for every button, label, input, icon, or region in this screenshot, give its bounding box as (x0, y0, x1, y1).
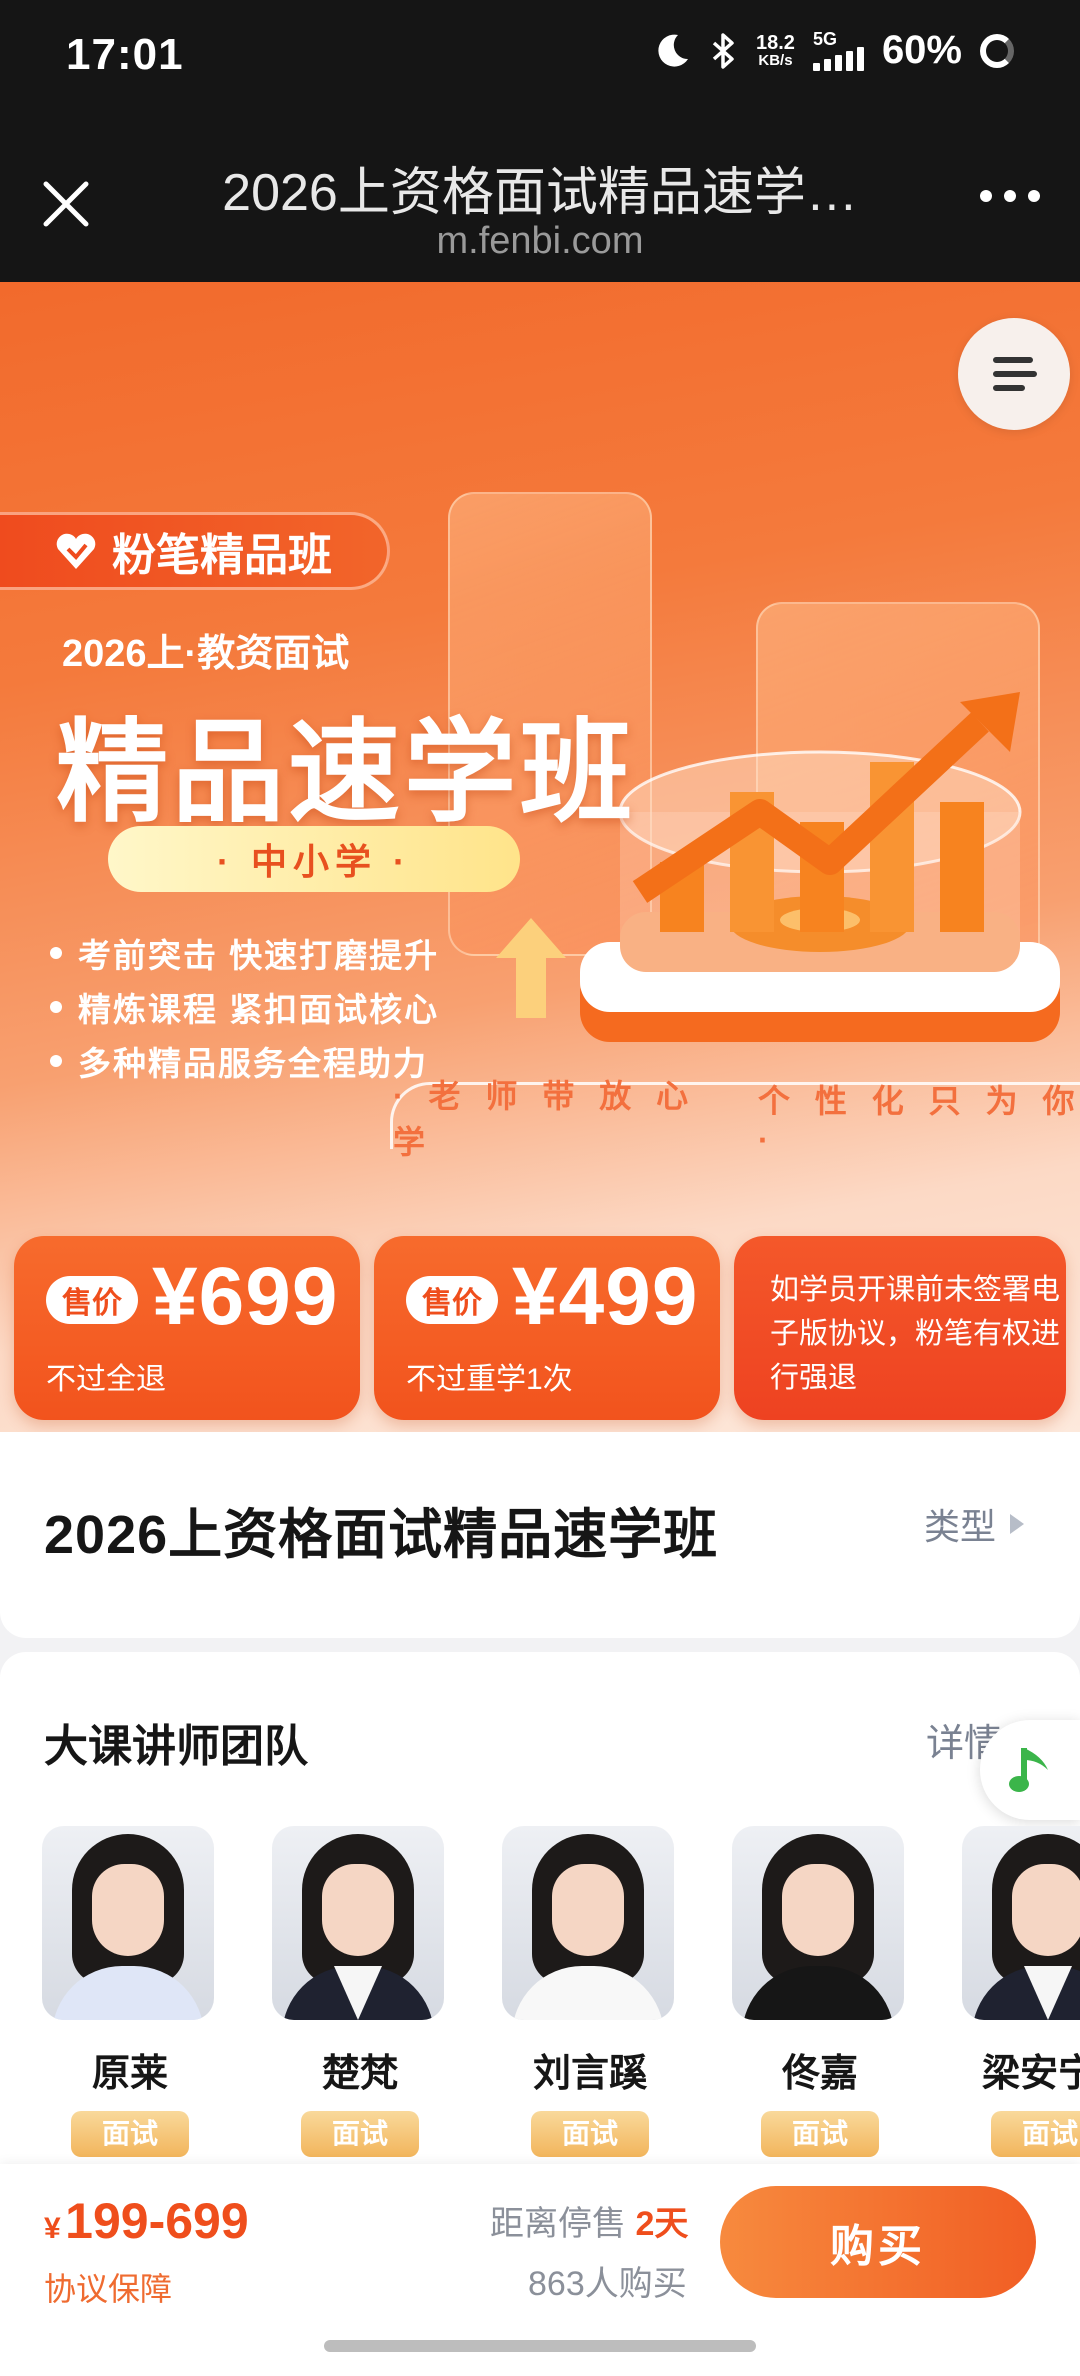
notice-text: 如学员开课前未签署电子版协议，粉笔有权进行强退 (770, 1274, 1061, 1394)
status-bar: 17:01 18.2 KB/s 5G 60% (0, 0, 1080, 120)
level-pill: · 中小学 · (108, 826, 520, 892)
battery-level: 60% (881, 28, 962, 72)
teacher-name: 佟嘉 (781, 2053, 858, 2095)
course-name: 2026上资格面试精品速学班 (44, 1505, 719, 1565)
status-time: 17:01 (66, 30, 184, 79)
teacher-item[interactable]: 佟嘉 面试 (732, 1826, 908, 2157)
signal-icon: 5G (812, 30, 864, 71)
side-menu-button[interactable] (958, 318, 1070, 430)
price-amount: ¥699 (152, 1251, 339, 1342)
teacher-photo (502, 1826, 674, 2020)
more-menu-icon[interactable] (980, 190, 1040, 202)
notice-card: 如学员开课前未签署电子版协议，粉笔有权进行强退 (734, 1236, 1066, 1420)
buyer-count: 863人购买 (528, 2265, 687, 2303)
price-range: ¥ 199-699 (44, 2193, 249, 2249)
teacher-item[interactable]: 楚梵 面试 (272, 1826, 448, 2157)
hero-bullets: 考前突击 快速打磨提升 精炼课程 紧扣面试核心 多种精品服务全程助力 (50, 926, 439, 1088)
moon-icon (658, 34, 688, 67)
brand-badge: 粉笔精品班 (0, 512, 390, 590)
teacher-photo (732, 1826, 904, 2020)
hero-slogan: · 老 师 带 放 心 学 个 性 化 只 为 你 · (390, 1078, 1080, 1160)
course-title-card: 2026上资格面试精品速学班 类型 (0, 1432, 1080, 1638)
bullet-item: 多种精品服务全程助力 (50, 1034, 439, 1088)
page-title: 2026上资格面试精品速学… (222, 164, 858, 222)
teacher-item[interactable]: 梁安宁 面试 (962, 1826, 1080, 2157)
price-card-699: 售价 ¥699 不过全退 (14, 1236, 360, 1420)
growth-chart-illustration (580, 692, 1060, 1042)
home-indicator[interactable] (324, 2340, 756, 2352)
brand-heart-icon (56, 533, 96, 569)
price-note: 不过重学1次 (406, 1363, 573, 1396)
page-url: m.fenbi.com (436, 220, 644, 262)
teacher-role-badge: 面试 (71, 2111, 189, 2157)
up-arrow-decor (496, 918, 566, 1018)
teacher-role-badge: 面试 (761, 2111, 879, 2157)
bullet-item: 考前突击 快速打磨提升 (50, 926, 439, 980)
music-button[interactable] (980, 1720, 1080, 1820)
price-card-499: 售价 ¥499 不过重学1次 (374, 1236, 720, 1420)
music-note-icon (1009, 1748, 1048, 1792)
teacher-photo (272, 1826, 444, 2020)
teacher-name: 刘言蹊 (532, 2053, 647, 2095)
price-tag: 售价 (406, 1276, 498, 1324)
status-icons: 18.2 KB/s 5G 60% (652, 28, 1014, 73)
nav-bar: 2026上资格面试精品速学… m.fenbi.com (0, 120, 1080, 282)
price-amount: ¥499 (512, 1251, 699, 1342)
hero-title: 精品速学班 (56, 710, 636, 835)
bullet-item: 精炼课程 紧扣面试核心 (50, 980, 439, 1034)
teacher-name: 楚梵 (321, 2053, 398, 2095)
teacher-item[interactable]: 原莱 面试 (42, 1826, 218, 2157)
teacher-role-badge: 面试 (531, 2111, 649, 2157)
teacher-list: 原莱 面试 楚梵 面试 刘言蹊 面试 佟嘉 面试 梁安宁 面试 (0, 1826, 1080, 2186)
teacher-section-title: 大课讲师团队 (44, 1722, 308, 1771)
sale-countdown: 距离停售 2天 (490, 2205, 689, 2243)
teacher-role-badge: 面试 (301, 2111, 419, 2157)
chevron-right-icon (1010, 1514, 1024, 1534)
teacher-name: 梁安宁 (982, 2053, 1080, 2095)
menu-lines-icon (993, 357, 1037, 391)
teacher-photo (42, 1826, 214, 2020)
teacher-name: 原莱 (91, 2053, 168, 2095)
teacher-role-badge: 面试 (991, 2111, 1080, 2157)
buy-button[interactable]: 购买 (720, 2186, 1036, 2298)
type-label: 类型 (923, 1506, 996, 1547)
network-speed: 18.2 KB/s (756, 31, 795, 69)
close-icon[interactable] (38, 176, 94, 232)
bluetooth-icon (712, 32, 734, 69)
teacher-item[interactable]: 刘言蹊 面试 (502, 1826, 678, 2157)
type-selector[interactable]: 类型 (924, 1498, 1024, 1550)
loading-ring-icon (980, 33, 1014, 68)
teacher-photo (962, 1826, 1080, 2020)
price-note: 不过全退 (46, 1363, 166, 1396)
brand-name: 粉笔精品班 (112, 531, 332, 580)
hero-subtitle: 2026上·教资面试 (62, 633, 350, 675)
price-tag: 售价 (46, 1276, 138, 1324)
guarantee-label: 协议保障 (44, 2271, 173, 2307)
